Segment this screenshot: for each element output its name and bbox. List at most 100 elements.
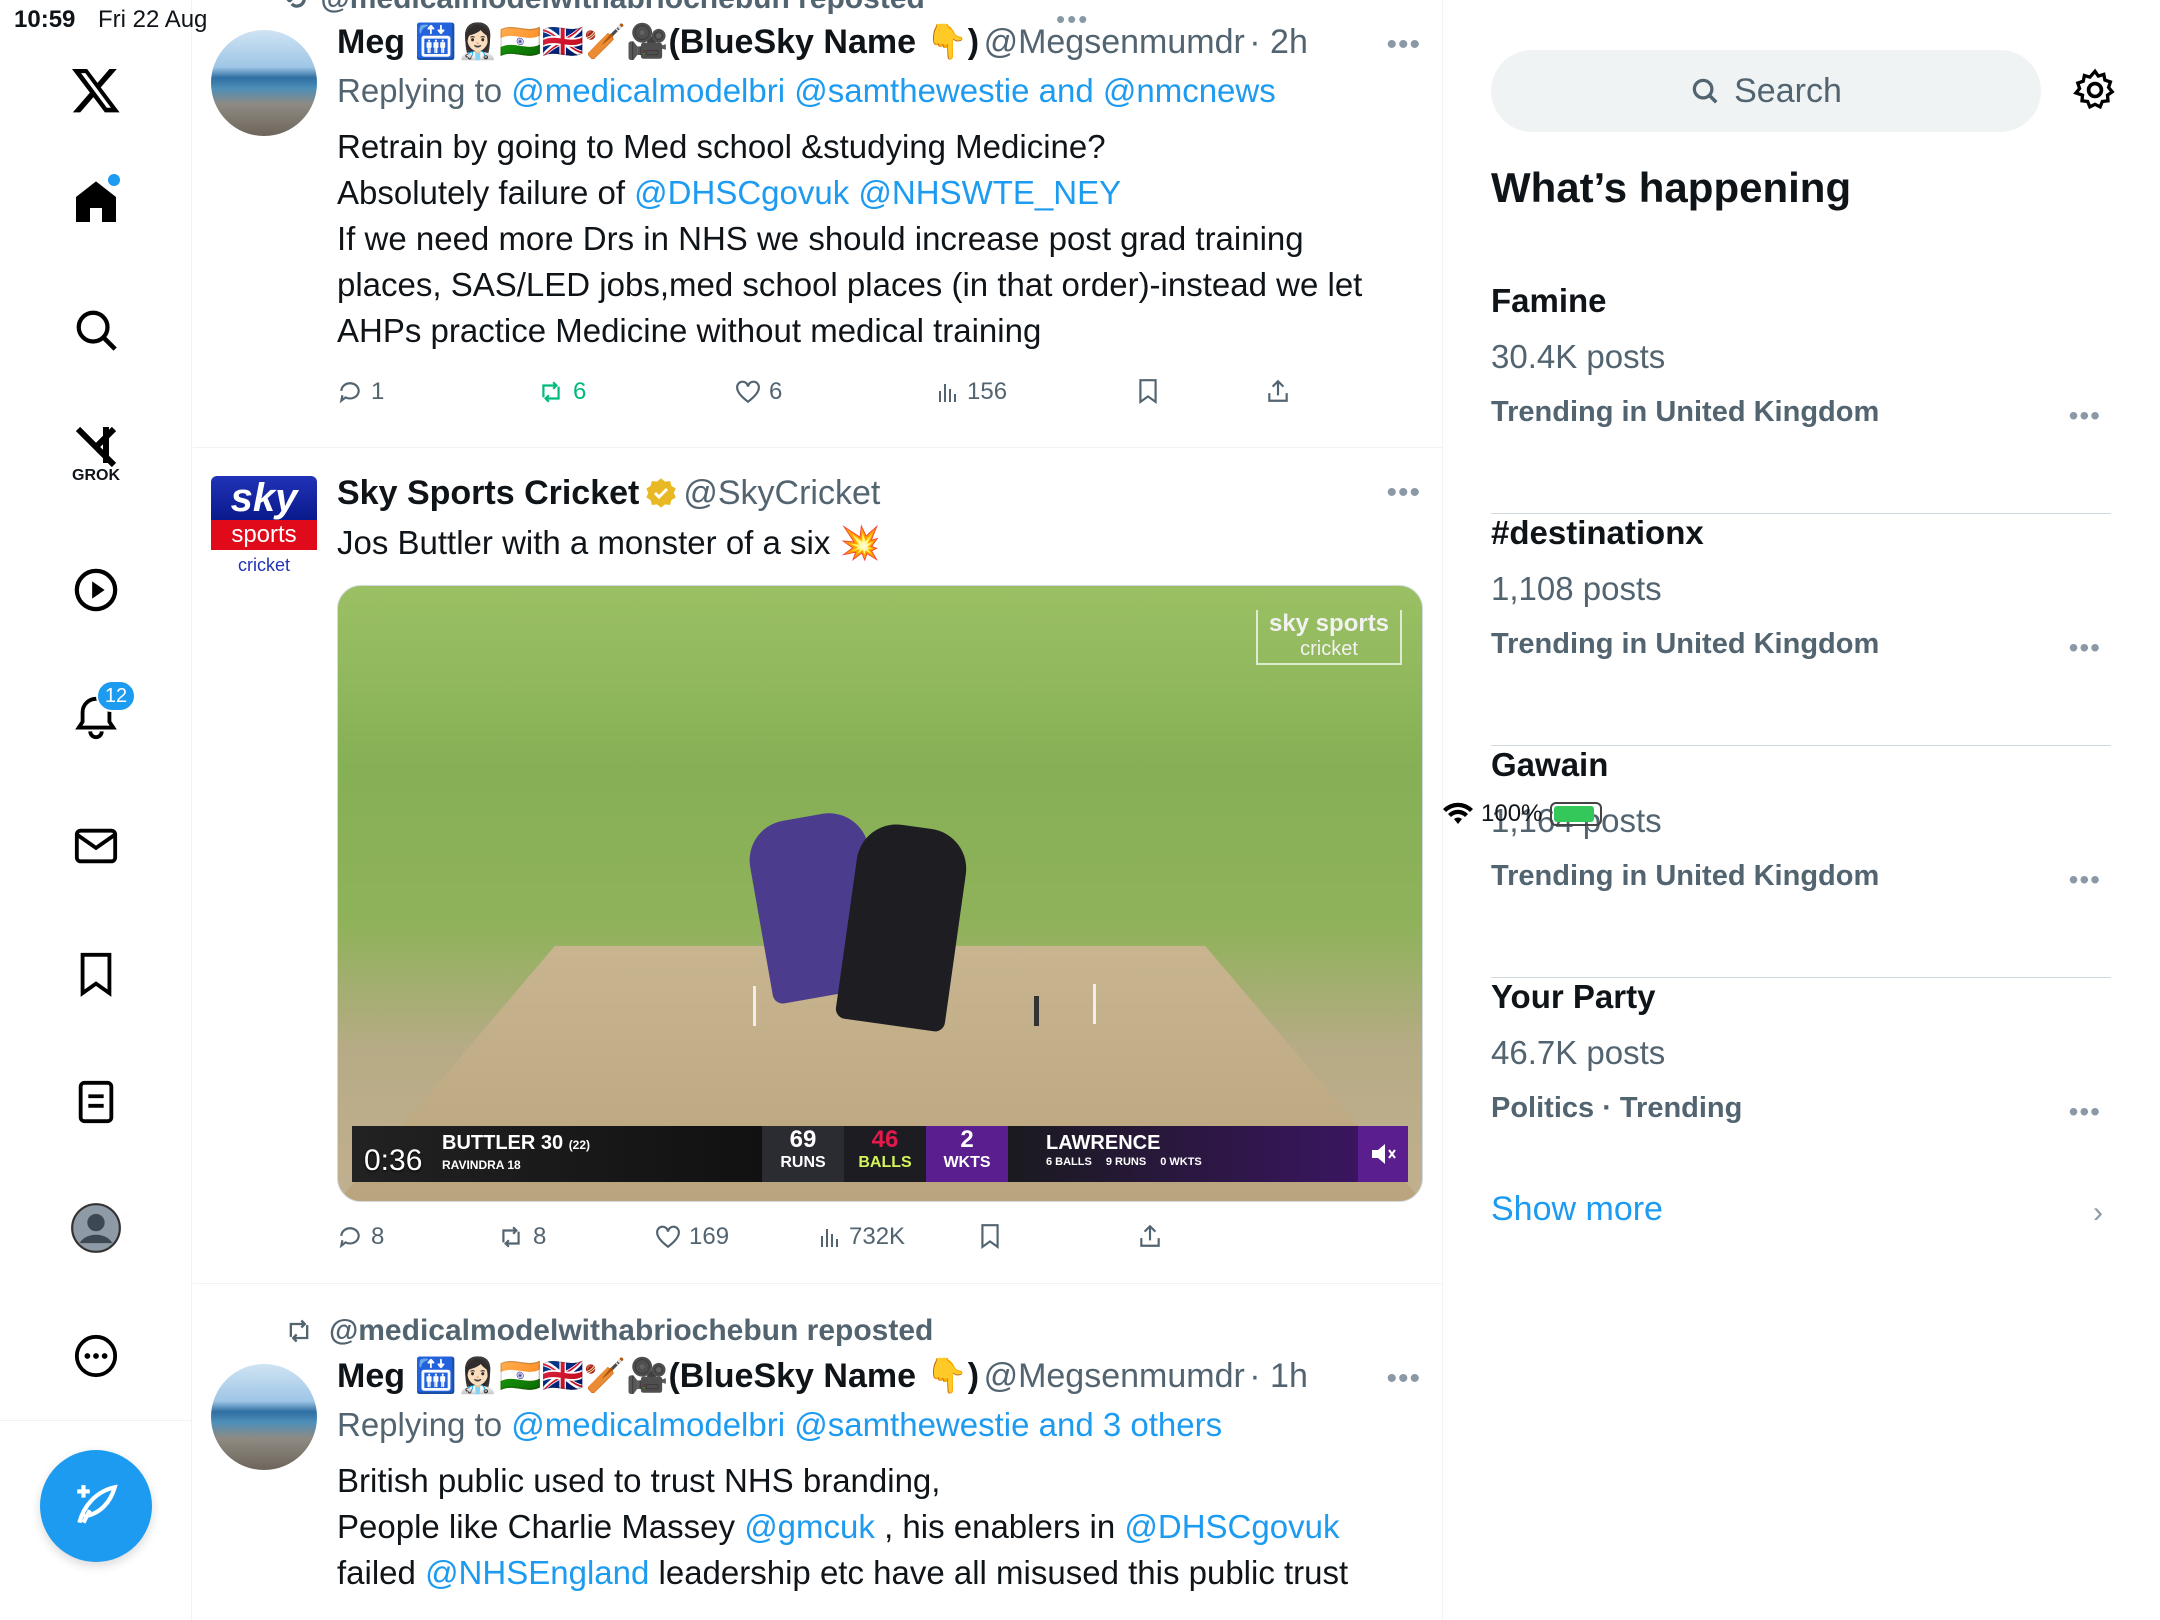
share-button[interactable] <box>1265 378 1291 404</box>
stump <box>1034 996 1039 1026</box>
like-button[interactable]: 6 <box>735 378 782 406</box>
repost-icon <box>542 381 560 403</box>
replying-to-users[interactable]: @medicalmodelbri @samthewestie and @nmcn… <box>511 72 1275 109</box>
tweet-text: Jos Buttler with a monster of a six 💥 <box>337 524 881 561</box>
video-duration: 0:36 <box>364 1144 423 1177</box>
author-handle[interactable]: @SkyCricket <box>683 474 880 513</box>
wkts-label: WKTS <box>943 1154 991 1171</box>
logo-sports: sports <box>211 520 317 550</box>
bowler-name: LAWRENCE <box>1046 1132 1161 1154</box>
share-button[interactable] <box>1137 1223 1163 1249</box>
watermark-bottom: cricket <box>1300 638 1358 660</box>
tweet-line: AHPs practice Medicine without medical t… <box>337 312 1042 349</box>
runs-label: RUNS <box>780 1154 826 1171</box>
battery-percent: 100% <box>1481 800 1543 827</box>
bowler-balls: 6 BALLS <box>1046 1156 1092 1168</box>
x-logo-icon[interactable] <box>62 56 130 124</box>
grok-icon[interactable]: GROK <box>62 420 130 488</box>
tweet[interactable]: @medicalmodelwithabriochebun reposted Me… <box>193 1284 1442 1620</box>
mention-link[interactable]: @NHSWTE_NEY <box>858 174 1121 211</box>
stump <box>1093 984 1096 1024</box>
like-count: 169 <box>689 1223 730 1250</box>
reply-button[interactable]: 1 <box>337 378 384 406</box>
reply-button[interactable]: 8 <box>337 1223 384 1251</box>
tweet-line: If we need more Drs in NHS we should inc… <box>337 220 1304 257</box>
avatar[interactable] <box>211 30 317 136</box>
repost-button[interactable]: 6 <box>537 378 586 406</box>
search-icon[interactable] <box>62 296 130 364</box>
mention-link[interactable]: @DHSCgovuk <box>634 174 849 211</box>
repost-header: @medicalmodelwithabriochebun reposted <box>283 1314 933 1348</box>
video-icon[interactable] <box>62 556 130 624</box>
bookmark-icon <box>1139 379 1157 404</box>
tweet-line: leadership etc have all misused this pub… <box>658 1554 1349 1591</box>
view-count: 156 <box>967 378 1008 405</box>
balls-value: 46 <box>871 1126 899 1153</box>
like-count: 6 <box>769 378 783 405</box>
bookmark-button[interactable] <box>979 1223 1001 1249</box>
repost-user-link[interactable]: @medicalmodelwithabriochebun reposted <box>329 1314 933 1348</box>
tweet-more-icon[interactable]: ••• <box>1386 1362 1421 1396</box>
logo-cricket: cricket <box>211 550 317 582</box>
status-time: 10:59 <box>14 6 76 33</box>
status-bar: 10:59 Fri 22 Aug ••• 100% <box>0 0 2160 827</box>
status-date: Fri 22 Aug <box>98 6 208 33</box>
repost-icon <box>502 1226 520 1248</box>
mention-link[interactable]: @DHSCgovuk <box>1124 1508 1339 1545</box>
compose-icon <box>77 1484 118 1524</box>
logo-sky: sky <box>211 476 317 520</box>
watermark-top: sky sports <box>1268 610 1390 637</box>
verified-badge-icon <box>646 478 677 508</box>
reply-icon <box>339 1227 360 1249</box>
bookmark-button[interactable] <box>1137 378 1159 404</box>
mail-icon[interactable] <box>62 812 130 880</box>
multitasking-dots[interactable]: ••• <box>1056 4 1089 35</box>
share-icon <box>1268 379 1288 402</box>
tweet[interactable]: Meg 🛗👩🏻‍⚕️🇮🇳🇬🇧🏏🎥(BlueSky Name 👇) @Megsen… <box>193 0 1442 448</box>
bowler-runs: 9 RUNS <box>1105 1156 1147 1168</box>
lists-icon[interactable] <box>62 1068 130 1136</box>
profile-icon[interactable] <box>62 1194 130 1262</box>
bell-icon[interactable]: 12 <box>62 680 136 752</box>
batter2-score: RAVINDRA 18 <box>442 1158 521 1172</box>
author-name[interactable]: Sky Sports Cricket <box>337 474 639 513</box>
repost-button[interactable]: 8 <box>497 1223 546 1251</box>
tweet-more-icon[interactable]: ••• <box>1386 476 1421 510</box>
tweet-line: Absolutely failure of <box>337 174 625 211</box>
balls-label: BALLS <box>858 1154 912 1171</box>
wifi-icon <box>1443 802 1473 824</box>
view-count: 732K <box>849 1223 906 1250</box>
mention-link[interactable]: @gmcuk <box>744 1508 875 1545</box>
compose-button[interactable] <box>40 1450 152 1562</box>
mute-icon <box>1372 1144 1396 1164</box>
tweet[interactable]: sky sports cricket Sky Sports Cricket @S… <box>193 448 1442 1284</box>
video-player[interactable]: sky sports cricket BUTTLER 30 (22) RAVIN… <box>337 585 1423 1202</box>
left-nav: GROK 12 <box>0 0 192 1620</box>
mute-button[interactable] <box>1358 1126 1408 1182</box>
views-button[interactable]: 732K <box>819 1223 905 1251</box>
scoreboard: BUTTLER 30 (22) RAVINDRA 18 69 RUNS 46 BAL… <box>352 1126 1408 1182</box>
views-button[interactable]: 156 <box>937 378 1007 406</box>
replying-to-users[interactable]: @medicalmodelbri @samthewestie and 3 oth… <box>511 1406 1222 1443</box>
tweet-text: British public used to trust NHS brandin… <box>337 1458 1423 1596</box>
home-icon[interactable] <box>62 168 130 236</box>
tweet-line: , his enablers in <box>884 1508 1116 1545</box>
home-unread-dot <box>108 174 120 186</box>
tweet-time[interactable]: · 1h <box>1249 1357 1308 1395</box>
mention-link[interactable]: @NHSEngland <box>425 1554 649 1591</box>
repost-count: 6 <box>573 378 587 405</box>
reply-count: 8 <box>371 1223 385 1250</box>
reply-count: 1 <box>371 378 385 405</box>
repost-icon <box>289 1319 309 1343</box>
sky-sports-cricket-logo[interactable]: sky sports cricket <box>211 476 317 582</box>
author-handle[interactable]: @Megsenmumdr <box>984 1357 1245 1395</box>
bookmark-icon <box>981 1224 999 1249</box>
views-icon <box>939 384 956 402</box>
like-button[interactable]: 169 <box>655 1223 729 1251</box>
avatar[interactable] <box>211 1364 317 1470</box>
author-name[interactable]: Meg 🛗👩🏻‍⚕️🇮🇳🇬🇧🏏🎥(BlueSky Name 👇) <box>337 1357 979 1395</box>
bookmark-icon[interactable] <box>62 940 130 1008</box>
stump <box>753 986 756 1026</box>
notifications-badge: 12 <box>96 680 136 712</box>
more-icon[interactable] <box>62 1322 130 1390</box>
